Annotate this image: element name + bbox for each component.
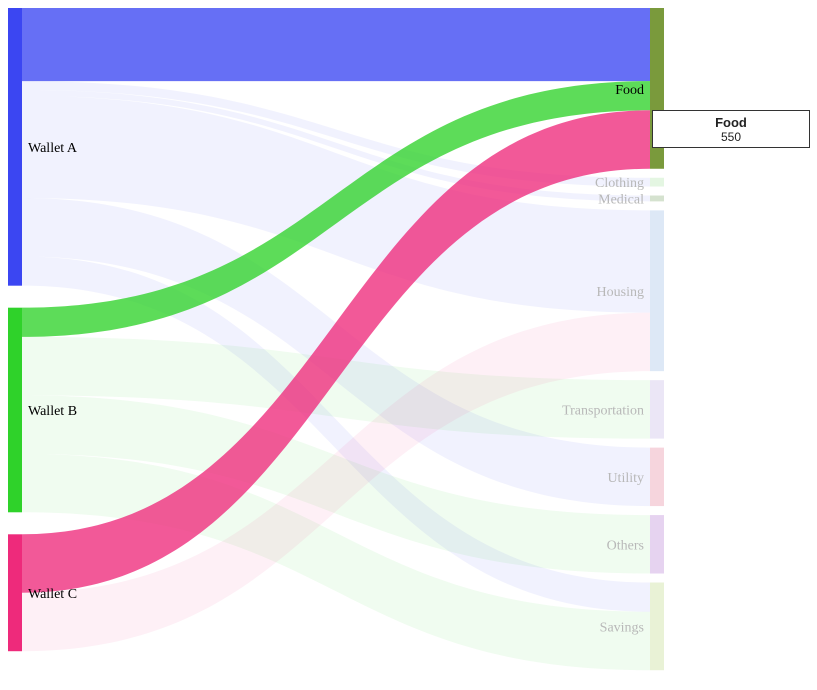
node-transportation[interactable] xyxy=(650,380,664,439)
node-label-wallet-a: Wallet A xyxy=(28,141,78,156)
node-label-medical: Medical xyxy=(598,192,644,207)
tooltip-title: Food xyxy=(715,115,747,130)
node-wallet-c[interactable] xyxy=(8,534,22,652)
node-label-others: Others xyxy=(607,538,644,553)
node-label-food: Food xyxy=(615,83,644,98)
node-clothing[interactable] xyxy=(650,177,664,187)
tooltip: Food 550 xyxy=(652,110,810,148)
tooltip-value: 550 xyxy=(720,130,742,144)
node-wallet-a[interactable] xyxy=(8,8,22,286)
node-label-utility: Utility xyxy=(607,471,644,486)
node-label-housing: Housing xyxy=(597,285,644,300)
link-wallet-a-to-food[interactable] xyxy=(22,8,650,82)
node-wallet-b[interactable] xyxy=(8,307,22,513)
node-label-savings: Savings xyxy=(600,620,644,635)
node-utility[interactable] xyxy=(650,447,664,507)
node-others[interactable] xyxy=(650,515,664,574)
node-label-clothing: Clothing xyxy=(595,176,644,191)
node-label-transportation: Transportation xyxy=(562,403,644,418)
links-layer xyxy=(22,8,650,671)
sankey-chart: Wallet A Wallet B Wallet C Food ClothingMedi… xyxy=(8,8,664,671)
node-label-wallet-b: Wallet B xyxy=(28,404,77,419)
node-housing[interactable] xyxy=(650,210,664,372)
node-medical[interactable] xyxy=(650,195,664,202)
node-label-wallet-c: Wallet C xyxy=(28,587,77,602)
node-savings[interactable] xyxy=(650,582,664,671)
